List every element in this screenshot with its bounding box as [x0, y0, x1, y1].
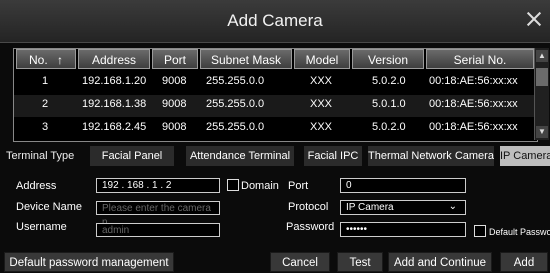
- cell-model: XXX: [310, 98, 333, 110]
- cell-port: 9008: [162, 75, 187, 87]
- header-no-label: No.: [28, 53, 48, 67]
- cell-address: 192.168.2.45: [82, 121, 147, 133]
- title-bar: Add Camera: [0, 0, 550, 43]
- camera-table: No. ↑ Address Port Subnet Mask Model Ver…: [13, 48, 538, 142]
- username-field[interactable]: admin: [96, 223, 220, 237]
- cell-model: XXX: [310, 75, 333, 87]
- cell-subnet: 255.255.0.0: [206, 98, 265, 110]
- chevron-down-icon: ⌄: [448, 201, 457, 212]
- tab-facial-panel[interactable]: Facial Panel: [90, 146, 174, 166]
- device-name-label: Device Name: [16, 201, 83, 213]
- protocol-label: Protocol: [288, 201, 329, 213]
- header-model[interactable]: Model: [294, 49, 350, 69]
- domain-checkbox[interactable]: [227, 179, 239, 191]
- tab-attendance-terminal[interactable]: Attendance Terminal: [186, 146, 294, 166]
- header-serial-no[interactable]: Serial No.: [426, 49, 534, 69]
- default-password-management-button[interactable]: Default password management: [4, 252, 174, 272]
- cancel-button[interactable]: Cancel: [270, 252, 330, 272]
- table-row[interactable]: 2 192.168.1.38 9008 255.255.0.0 XXX 5.0.…: [14, 95, 534, 117]
- cell-port: 9008: [162, 98, 187, 110]
- terminal-type-label: Terminal Type: [6, 150, 75, 162]
- header-version[interactable]: Version: [352, 49, 424, 69]
- password-field[interactable]: ••••••: [340, 222, 466, 237]
- cell-address: 192.168.1.20: [82, 75, 147, 87]
- scroll-thumb[interactable]: [536, 68, 548, 86]
- add-button[interactable]: Add: [500, 252, 548, 272]
- table-scrollbar[interactable]: ▲ ▼: [534, 48, 549, 140]
- default-password-label: Default Passwor: [489, 227, 550, 237]
- cell-version: 5.0.1.0: [372, 98, 406, 110]
- default-password-checkbox[interactable]: [474, 225, 486, 237]
- cell-version: 5.0.2.0: [372, 75, 406, 87]
- table-header: No. ↑ Address Port Subnet Mask Model Ver…: [14, 49, 534, 71]
- table-row[interactable]: 1 192.168.1.20 9008 255.255.0.0 XXX 5.0.…: [14, 72, 534, 94]
- camera-form: Address 192 . 168 . 1 . 2 Domain Port 0 …: [0, 172, 550, 242]
- username-label: Username: [16, 221, 67, 233]
- port-field[interactable]: 0: [340, 178, 466, 193]
- cell-serial: 00:18:AE:56:xx:xx: [429, 121, 518, 133]
- dialog-title: Add Camera: [227, 11, 323, 30]
- tab-thermal-network-camera[interactable]: Thermal Network Camera: [368, 146, 494, 166]
- header-no[interactable]: No. ↑: [16, 49, 76, 69]
- tab-facial-ipc[interactable]: Facial IPC: [304, 146, 362, 166]
- device-name-field[interactable]: Please enter the camera n...: [96, 201, 220, 228]
- table-row[interactable]: 3 192.168.2.45 9008 255.255.0.0 XXX 5.0.…: [14, 118, 534, 140]
- cell-subnet: 255.255.0.0: [206, 75, 265, 87]
- add-camera-dialog: Add Camera No. ↑ Address Port Subnet Mas…: [0, 0, 550, 273]
- header-port[interactable]: Port: [152, 49, 198, 69]
- cell-no: 1: [42, 75, 49, 87]
- cell-subnet: 255.255.0.0: [206, 121, 265, 133]
- cell-version: 5.0.2.0: [372, 121, 406, 133]
- terminal-type-tabs: Terminal Type Facial Panel Attendance Te…: [0, 146, 550, 166]
- add-and-continue-button[interactable]: Add and Continue: [388, 252, 492, 272]
- cell-serial: 00:18:AE:56:xx:xx: [429, 75, 518, 87]
- password-label: Password: [286, 221, 335, 233]
- address-label: Address: [16, 180, 57, 192]
- header-address[interactable]: Address: [78, 49, 150, 69]
- scroll-up-icon[interactable]: ▲: [536, 50, 548, 62]
- cell-address: 192.168.1.38: [82, 98, 147, 110]
- test-button[interactable]: Test: [337, 252, 383, 272]
- cell-model: XXX: [310, 121, 333, 133]
- cell-port: 9008: [162, 121, 187, 133]
- header-subnet-mask[interactable]: Subnet Mask: [200, 49, 292, 69]
- protocol-select[interactable]: IP Camera ⌄: [340, 200, 466, 215]
- cell-serial: 00:18:AE:56:xx:xx: [429, 98, 518, 110]
- cell-no: 3: [42, 121, 49, 133]
- protocol-value: IP Camera: [346, 202, 394, 213]
- cell-no: 2: [42, 98, 49, 110]
- port-label: Port: [288, 180, 309, 192]
- tab-ip-camera[interactable]: IP Camera: [500, 146, 550, 166]
- address-field[interactable]: 192 . 168 . 1 . 2: [96, 178, 220, 193]
- sort-arrow-icon: ↑: [57, 53, 64, 67]
- scroll-down-icon[interactable]: ▼: [536, 126, 548, 138]
- domain-label: Domain: [241, 180, 279, 192]
- close-icon[interactable]: [527, 12, 541, 26]
